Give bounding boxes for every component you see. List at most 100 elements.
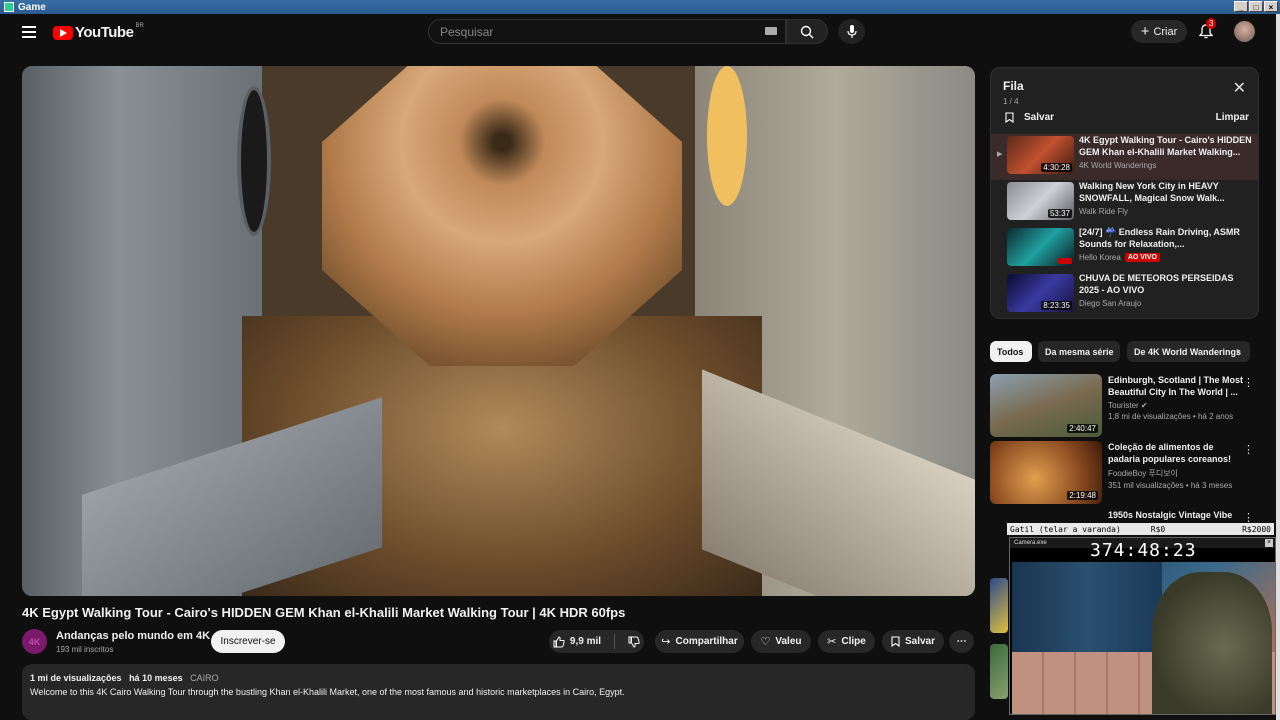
recommendation-title: 1950s Nostalgic Vintage Vibe (1108, 510, 1233, 520)
queue-item[interactable]: 8:23:35 CHUVA DE METEOROS PERSEIDAS 2025… (991, 272, 1258, 318)
video-title: 4K Egypt Walking Tour - Cairo's HIDDEN G… (22, 605, 626, 620)
recommendation-title: Coleção de alimentos de padaria populare… (1108, 442, 1232, 464)
queue-item-title: [24/7] ☔ Endless Rain Driving, ASMR Soun… (1079, 227, 1240, 249)
recommendation-channel: Tourister ✔ (1108, 401, 1148, 410)
filter-chips: Todos Da mesma série De 4K World Wanderi… (990, 341, 1250, 362)
create-button[interactable]: + Criar (1131, 20, 1187, 43)
queue-thumbnail: 8:23:35 (1007, 274, 1074, 312)
recommendation-thumbnail-partial[interactable] (990, 644, 1008, 699)
queue-item-channel: Hello Korea (1079, 253, 1121, 262)
more-actions-button[interactable]: ⋯ (949, 630, 974, 653)
like-button[interactable]: 9,9 mil (553, 635, 602, 648)
more-vert-icon[interactable]: ⋮ (1243, 376, 1254, 389)
plus-icon: + (1140, 22, 1150, 40)
channel-name[interactable]: Andanças pelo mundo em 4K (56, 630, 210, 642)
like-dislike-group: 9,9 mil (549, 630, 644, 653)
queue-item[interactable]: [24/7] ☔ Endless Rain Driving, ASMR Soun… (991, 226, 1258, 272)
close-icon[interactable]: × (1265, 539, 1273, 547)
microphone-icon (846, 24, 857, 38)
goal-target: R$2000 (1242, 524, 1271, 534)
location-tag[interactable]: CAIRO (190, 673, 219, 683)
duration-badge: 4:30:28 (1041, 163, 1072, 172)
queue-item-channel: Diego San Araujo (1079, 299, 1142, 308)
webcam-curtain (1012, 562, 1162, 652)
queue-item[interactable]: ▶ 4:30:28 4K Egypt Walking Tour - Cairo'… (991, 134, 1258, 180)
like-count: 9,9 mil (569, 636, 602, 647)
stream-timer: 374:48:23 (1090, 540, 1197, 561)
recommendation-meta: 1,8 mi de visualizações • há 2 anos (1108, 412, 1234, 421)
queue-item-meta: Hello Korea AO VIVO (1079, 253, 1254, 262)
recommendation-thumbnail: 2:19:48 (990, 441, 1102, 504)
channel-avatar[interactable]: 4K (22, 629, 47, 654)
description-box[interactable]: 1 mi de visualizações há 10 meses CAIRO … (22, 664, 975, 720)
queue-item-channel: Walk Ride Fly (1079, 207, 1129, 216)
logo-country-code: BR (135, 22, 144, 29)
voice-search-button[interactable] (838, 19, 865, 44)
account-avatar[interactable] (1234, 21, 1255, 42)
video-player[interactable] (22, 66, 975, 596)
share-label: Compartilhar (675, 636, 738, 647)
save-label: Salvar (904, 636, 936, 647)
window-titlebar: Game _ □ × (0, 0, 1280, 14)
chip-all[interactable]: Todos (990, 341, 1032, 362)
webcam-title: Camera.exe (1014, 540, 1047, 546)
save-button[interactable]: Salvar (882, 630, 944, 653)
search-input[interactable]: Pesquisar (428, 19, 786, 44)
chip-from-channel[interactable]: De 4K World Wanderings (1127, 341, 1250, 362)
bookmark-icon (891, 636, 900, 647)
share-icon: ↪ (661, 636, 671, 648)
share-button[interactable]: ↪ Compartilhar (655, 630, 744, 653)
video-frame-window-lit (707, 66, 747, 206)
subscribe-button[interactable]: Inscrever-se (211, 630, 285, 653)
description-text: Welcome to this 4K Cairo Walking Tour th… (30, 687, 625, 697)
masthead: YouTube BR Pesquisar + Criar 3 (0, 14, 1280, 56)
heart-dollar-icon: ♡ (760, 636, 771, 648)
queue-item-title: CHUVA DE METEOROS PERSEIDAS 2025 - AO VI… (1079, 273, 1234, 295)
subscriber-count: 193 mil inscritos (56, 645, 114, 654)
youtube-logo[interactable]: YouTube BR (53, 22, 144, 41)
queue-thumbnail (1007, 228, 1074, 266)
live-indicator (1058, 258, 1072, 264)
webcam-feed (1012, 562, 1275, 714)
channel-initials: 4K (28, 636, 41, 647)
webcam-person (1152, 572, 1272, 714)
now-playing-icon: ▶ (997, 151, 1003, 158)
thumbs-down-icon[interactable] (628, 636, 640, 648)
duration-badge: 53:37 (1047, 209, 1072, 218)
recommendation-meta: 351 mil visualizações • há 3 meses (1108, 481, 1233, 490)
recommendation-item[interactable]: 1950s Nostalgic Vintage Vibe ⋮ (990, 509, 1260, 524)
notifications-button[interactable]: 3 (1197, 18, 1217, 40)
menu-icon[interactable] (22, 26, 36, 38)
thanks-button[interactable]: ♡ Valeu (751, 630, 811, 653)
queue-item-title: 4K Egypt Walking Tour - Cairo's HIDDEN G… (1079, 135, 1252, 157)
queue-save-button[interactable]: Salvar (1005, 112, 1054, 123)
search-button[interactable] (786, 19, 828, 44)
close-window-button[interactable]: × (1264, 1, 1278, 12)
screen-edge (1276, 14, 1280, 720)
recommendation-item[interactable]: 2:19:48 Coleção de alimentos de padaria … (990, 441, 1260, 505)
close-icon[interactable]: ✕ (1233, 81, 1246, 97)
minimize-button[interactable]: _ (1234, 1, 1248, 12)
more-vert-icon[interactable]: ⋮ (1243, 443, 1254, 456)
queue-clear-button[interactable]: Limpar (1216, 112, 1249, 123)
app-icon (4, 2, 14, 12)
goal-label: Gatil (telar a varanda) (1010, 524, 1121, 534)
maximize-button[interactable]: □ (1249, 1, 1263, 12)
webcam-window[interactable]: Camera.exe × 374:48:23 (1009, 537, 1276, 715)
recommendation-item[interactable]: 2:40:47 Edinburgh, Scotland | The Most B… (990, 374, 1260, 438)
recommendation-thumbnail-partial[interactable] (990, 578, 1008, 633)
chip-same-series[interactable]: Da mesma série (1038, 341, 1120, 362)
donation-goal-bar: Gatil (telar a varanda) R$0 R$2000 (1007, 523, 1274, 535)
duration-badge: 2:40:47 (1067, 424, 1098, 433)
chevron-right-icon[interactable]: › (1236, 344, 1240, 358)
recommendation-channel: FoodieBoy 푸디보이 (1108, 469, 1178, 478)
queue-save-label: Salvar (1024, 112, 1055, 123)
duration-badge: 2:19:48 (1067, 491, 1098, 500)
search-placeholder: Pesquisar (440, 24, 494, 39)
like-divider (614, 634, 616, 649)
window-title: Game (18, 1, 46, 13)
queue-item[interactable]: 53:37 Walking New York City in HEAVY SNO… (991, 180, 1258, 226)
recommendation-title: Edinburgh, Scotland | The Most Beautiful… (1108, 375, 1244, 397)
keyboard-icon[interactable] (765, 27, 777, 35)
clip-button[interactable]: ✂ Clipe (818, 630, 875, 653)
